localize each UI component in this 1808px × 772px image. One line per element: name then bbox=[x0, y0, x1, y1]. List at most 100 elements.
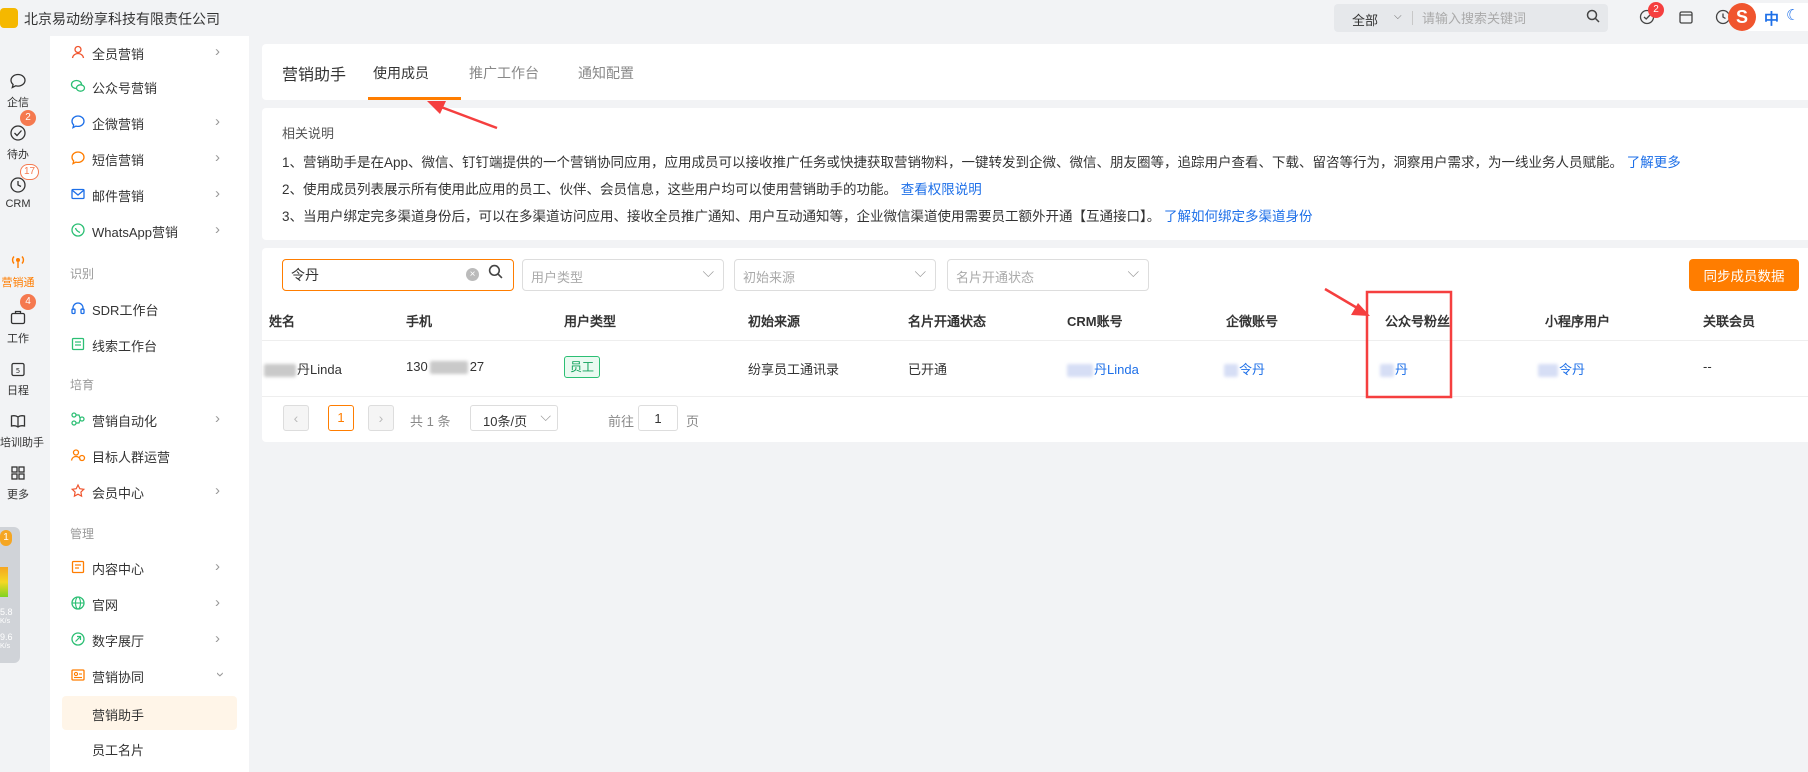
cell-source: 纷享员工通讯录 bbox=[748, 362, 840, 377]
marketing-menu: 全员营销 › 公众号营销 企微营销 › 短信营销 › 邮件营销 › WhatsA… bbox=[50, 36, 249, 772]
clear-icon[interactable]: × bbox=[466, 268, 479, 281]
rail-item-crm[interactable]: CRM bbox=[0, 176, 36, 210]
rail-item-more[interactable]: 更多 bbox=[0, 464, 36, 502]
menu-item-email-marketing[interactable]: 邮件营销 › bbox=[50, 178, 249, 212]
multichannel-link[interactable]: 了解如何绑定多渠道身份 bbox=[1164, 209, 1313, 224]
rail-label: 企信 bbox=[7, 97, 29, 109]
sync-members-button[interactable]: 同步成员数据 bbox=[1689, 259, 1799, 291]
select-placeholder: 名片开通状态 bbox=[956, 270, 1035, 285]
menu-item-label: 企微营销 bbox=[92, 117, 145, 132]
ime-toolbar[interactable]: S 中 ☾ bbox=[1728, 3, 1808, 31]
broadcast-icon bbox=[0, 252, 36, 274]
rail-badge: 2 bbox=[20, 110, 36, 126]
menu-sub-item-label: 员工名片 bbox=[92, 743, 145, 758]
search-scope-select[interactable]: 全部 bbox=[1352, 10, 1378, 29]
menu-item-marketing-collab[interactable]: 营销协同 › bbox=[50, 659, 249, 693]
menu-item-member-center[interactable]: 会员中心 › bbox=[50, 475, 249, 509]
cell-phone: 130 27 bbox=[406, 359, 485, 375]
menu-item-label: 营销协同 bbox=[92, 670, 145, 685]
menu-item-sms-marketing[interactable]: 短信营销 › bbox=[50, 142, 249, 176]
miniapp-user-link[interactable]: 令丹 bbox=[1538, 359, 1585, 378]
search-input[interactable] bbox=[1422, 8, 1582, 28]
mp-fan-link[interactable]: 丹 bbox=[1380, 359, 1408, 378]
description-text: 3、当用户绑定完多渠道身份后，可以在多渠道访问应用、接收全员推广通知、用户互动通… bbox=[282, 209, 1161, 224]
column-header: 小程序用户 bbox=[1545, 314, 1611, 329]
source-select[interactable]: 初始来源 ⌵ bbox=[734, 259, 936, 291]
page-size-select[interactable]: 10条/页 ⌵ bbox=[470, 405, 558, 431]
menu-item-digital-showroom[interactable]: 数字展厅 › bbox=[50, 623, 249, 657]
wechat-icon bbox=[70, 78, 86, 94]
menu-item-whatsapp-marketing[interactable]: WhatsApp营销 › bbox=[50, 214, 249, 248]
menu-sub-item-label: 营销助手 bbox=[92, 708, 145, 723]
ime-mode[interactable]: 中 bbox=[1764, 8, 1779, 29]
wecom-icon bbox=[70, 114, 86, 130]
chevron-down-icon: ⌵ bbox=[702, 264, 714, 281]
mail-icon bbox=[70, 186, 86, 202]
menu-item-label: 邮件营销 bbox=[92, 189, 145, 204]
menu-item-official-account[interactable]: 公众号营销 bbox=[50, 70, 249, 104]
permission-link[interactable]: 查看权限说明 bbox=[901, 182, 982, 197]
rail-item-work[interactable]: 工作 bbox=[0, 308, 36, 346]
search-icon[interactable] bbox=[1586, 9, 1600, 27]
menu-item-content-center[interactable]: 内容中心 › bbox=[50, 551, 249, 585]
wecom-account-link[interactable]: 令丹 bbox=[1224, 359, 1265, 378]
rail-label: 待办 bbox=[7, 149, 29, 161]
menu-item-label: 内容中心 bbox=[92, 562, 145, 577]
ime-logo-icon: S bbox=[1728, 3, 1756, 31]
rail-label: 培训助手 bbox=[0, 437, 44, 449]
network-speed-widget[interactable]: 1 5.8 K/s 9.6 K/s bbox=[0, 527, 20, 663]
moon-icon[interactable]: ☾ bbox=[1786, 6, 1799, 24]
chevron-down-icon[interactable]: ⌵ bbox=[1394, 11, 1402, 22]
showroom-icon bbox=[70, 631, 86, 647]
whatsapp-icon bbox=[70, 222, 86, 238]
chat-icon bbox=[0, 72, 36, 94]
top-bar: 北京易动纷享科技有限责任公司 全部 ⌵ 2 S 中 ☾ bbox=[0, 0, 1808, 36]
column-header: 企微账号 bbox=[1226, 314, 1279, 329]
next-page-button[interactable]: › bbox=[368, 405, 394, 431]
global-search: 全部 ⌵ bbox=[1334, 4, 1608, 32]
widget-meter bbox=[0, 567, 8, 597]
column-header: CRM账号 bbox=[1067, 314, 1123, 329]
menu-item-all-staff-marketing[interactable]: 全员营销 › bbox=[50, 36, 249, 70]
crm-account-link[interactable]: 丹Linda bbox=[1067, 359, 1139, 378]
card-status-select[interactable]: 名片开通状态 ⌵ bbox=[947, 259, 1149, 291]
rail-badge: 4 bbox=[20, 294, 36, 310]
chevron-down-icon: ⌵ bbox=[540, 408, 551, 424]
chevron-right-icon: › bbox=[215, 43, 220, 60]
cell-member: -- bbox=[1703, 359, 1712, 374]
menu-item-lead-workbench[interactable]: 线索工作台 bbox=[50, 328, 249, 362]
chevron-right-icon: › bbox=[215, 594, 220, 611]
goto-page-input[interactable] bbox=[638, 405, 678, 431]
menu-sub-item-employee-card[interactable]: 员工名片 bbox=[62, 731, 237, 765]
menu-sub-item-marketing-assistant[interactable]: 营销助手 bbox=[62, 696, 237, 730]
rail-item-marketing[interactable]: 营销通 bbox=[0, 252, 36, 290]
keyword-input[interactable] bbox=[291, 266, 461, 284]
calendar-icon[interactable] bbox=[1677, 9, 1695, 27]
prev-page-button[interactable]: ‹ bbox=[283, 405, 309, 431]
current-page[interactable]: 1 bbox=[328, 405, 354, 431]
menu-item-label: 目标人群运营 bbox=[92, 450, 171, 465]
calendar-icon: 5 bbox=[0, 360, 36, 382]
tab-promotion-workbench[interactable]: 推广工作台 bbox=[469, 63, 539, 83]
member-list-panel: × 用户类型 ⌵ 初始来源 ⌵ 名片开通状态 ⌵ 同步成员数据 姓名 手机 用户… bbox=[262, 248, 1808, 442]
menu-item-target-audience[interactable]: 目标人群运营 bbox=[50, 439, 249, 473]
menu-item-website[interactable]: 官网 › bbox=[50, 587, 249, 621]
tab-members[interactable]: 使用成员 bbox=[373, 63, 429, 83]
chevron-right-icon: › bbox=[215, 630, 220, 647]
search-icon[interactable] bbox=[488, 264, 503, 284]
rail-item-schedule[interactable]: 5 日程 bbox=[0, 360, 36, 398]
rail-item-training[interactable]: 培训助手 bbox=[0, 412, 44, 450]
menu-item-wecom-marketing[interactable]: 企微营销 › bbox=[50, 106, 249, 140]
user-type-tag: 员工 bbox=[564, 356, 601, 378]
user-type-select[interactable]: 用户类型 ⌵ bbox=[522, 259, 724, 291]
tab-notification-config[interactable]: 通知配置 bbox=[578, 63, 634, 83]
rail-item-todo[interactable]: 待办 bbox=[0, 124, 36, 162]
menu-item-marketing-automation[interactable]: 营销自动化 › bbox=[50, 403, 249, 437]
learn-more-link[interactable]: 了解更多 bbox=[1627, 155, 1681, 170]
rail-label: CRM bbox=[5, 198, 31, 210]
rail-badge: 17 bbox=[20, 164, 40, 180]
rail-item-qixin[interactable]: 企信 bbox=[0, 72, 36, 110]
menu-item-label: 线索工作台 bbox=[92, 339, 158, 354]
chevron-down-icon: › bbox=[212, 672, 229, 677]
menu-item-sdr-workbench[interactable]: SDR工作台 bbox=[50, 292, 249, 326]
